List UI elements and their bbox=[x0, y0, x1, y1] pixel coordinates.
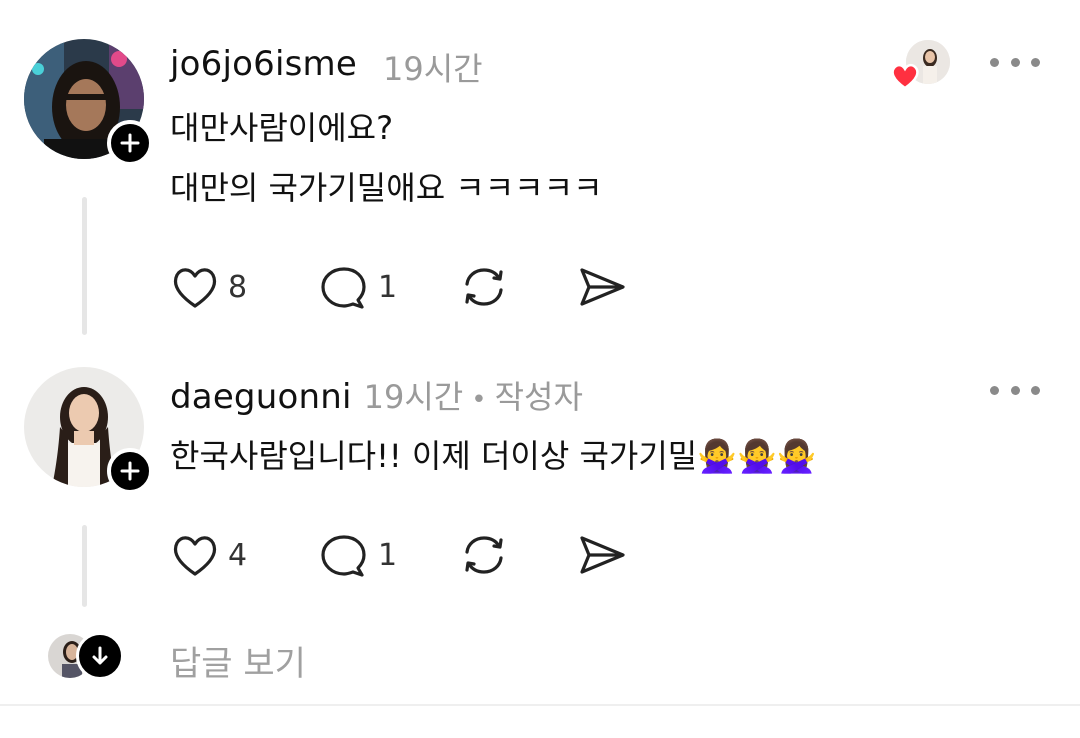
separator: • bbox=[471, 385, 487, 415]
timestamp: 19시간 bbox=[383, 50, 483, 88]
comment-header: daeguonni 19시간 • 작성자 bbox=[170, 372, 583, 418]
like-button[interactable]: 4 bbox=[170, 532, 247, 578]
repost-icon bbox=[465, 268, 503, 306]
divider bbox=[0, 704, 1080, 706]
like-count: 4 bbox=[228, 537, 248, 573]
comment-text-line-2: 대만의 국가기밀애요 ㅋㅋㅋㅋㅋ bbox=[170, 169, 603, 207]
send-icon bbox=[580, 536, 625, 574]
heart-icon bbox=[173, 268, 217, 308]
reply-count: 1 bbox=[378, 537, 398, 573]
repost-button[interactable] bbox=[458, 532, 510, 578]
share-button[interactable] bbox=[576, 532, 628, 578]
follow-button[interactable] bbox=[107, 448, 153, 494]
arrow-down-icon bbox=[92, 646, 108, 665]
share-button[interactable] bbox=[576, 264, 628, 310]
plus-icon bbox=[120, 133, 140, 153]
repost-icon bbox=[465, 536, 503, 574]
more-icon bbox=[990, 385, 999, 395]
more-options-button[interactable] bbox=[990, 52, 1040, 72]
reply-count: 1 bbox=[378, 269, 398, 305]
username[interactable]: jo6jo6isme bbox=[170, 44, 357, 84]
author-badge: 작성자 bbox=[494, 378, 583, 416]
author-like-indicator bbox=[890, 38, 952, 92]
username[interactable]: daeguonni bbox=[170, 377, 352, 417]
like-count: 8 bbox=[228, 269, 248, 305]
repost-button[interactable] bbox=[458, 264, 510, 310]
follow-button[interactable] bbox=[107, 120, 153, 166]
thread-line bbox=[82, 197, 87, 335]
heart-filled-icon bbox=[891, 63, 919, 90]
reply-button[interactable]: 1 bbox=[318, 532, 397, 578]
expand-replies-button[interactable] bbox=[76, 632, 124, 680]
more-icon bbox=[990, 57, 999, 67]
reply-button[interactable]: 1 bbox=[318, 264, 397, 310]
view-replies-label[interactable]: 답글 보기 bbox=[170, 636, 306, 685]
thread-line bbox=[82, 525, 87, 607]
more-options-button[interactable] bbox=[990, 380, 1040, 400]
send-icon bbox=[580, 268, 625, 306]
comment-icon bbox=[321, 535, 366, 577]
heart-icon bbox=[173, 536, 217, 576]
timestamp: 19시간 bbox=[363, 378, 464, 416]
view-replies-row[interactable]: 답글 보기 bbox=[48, 632, 468, 684]
comment-text-line-1: 대만사람이에요? bbox=[170, 109, 394, 147]
like-button[interactable]: 8 bbox=[170, 264, 247, 310]
comment-icon bbox=[321, 267, 366, 309]
comment-text: 한국사람입니다!! 이제 더이상 국가기밀🙅‍♀️🙅‍♀️🙅‍♀️ bbox=[170, 437, 817, 475]
plus-icon bbox=[120, 461, 140, 481]
